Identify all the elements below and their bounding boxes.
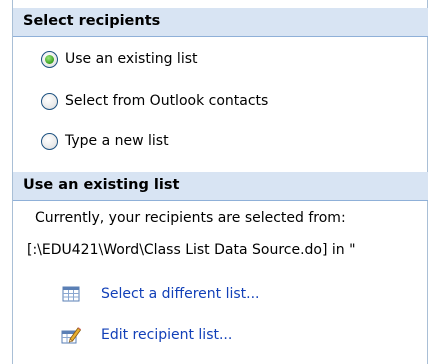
current-source-path: [:\EDU421\Word\Class List Data Source.do… (27, 242, 356, 258)
edit-recipient-list-link[interactable]: Edit recipient list... (61, 323, 232, 347)
table-grid-icon (62, 286, 80, 302)
use-existing-list-header: Use an existing list (13, 172, 428, 201)
radio-button-icon[interactable] (41, 92, 58, 110)
link-label[interactable]: Edit recipient list... (101, 327, 232, 343)
radio-type-new-list[interactable]: Type a new list (41, 129, 169, 153)
current-source-label: Currently, your recipients are selected … (35, 210, 346, 226)
edit-list-pencil-icon (61, 327, 81, 344)
radio-use-existing-list[interactable]: Use an existing list (41, 47, 198, 71)
mail-merge-task-pane: Select recipients Use an existing list S… (12, 0, 428, 364)
radio-label: Type a new list (65, 133, 169, 149)
select-recipients-header: Select recipients (13, 8, 428, 37)
select-different-list-link[interactable]: Select a different list... (61, 282, 260, 306)
radio-button-selected-icon[interactable] (41, 50, 58, 68)
radio-button-icon[interactable] (41, 132, 58, 150)
radio-label: Use an existing list (65, 51, 198, 67)
link-label[interactable]: Select a different list... (101, 286, 260, 302)
radio-select-outlook-contacts[interactable]: Select from Outlook contacts (41, 89, 268, 113)
radio-label: Select from Outlook contacts (65, 93, 269, 109)
